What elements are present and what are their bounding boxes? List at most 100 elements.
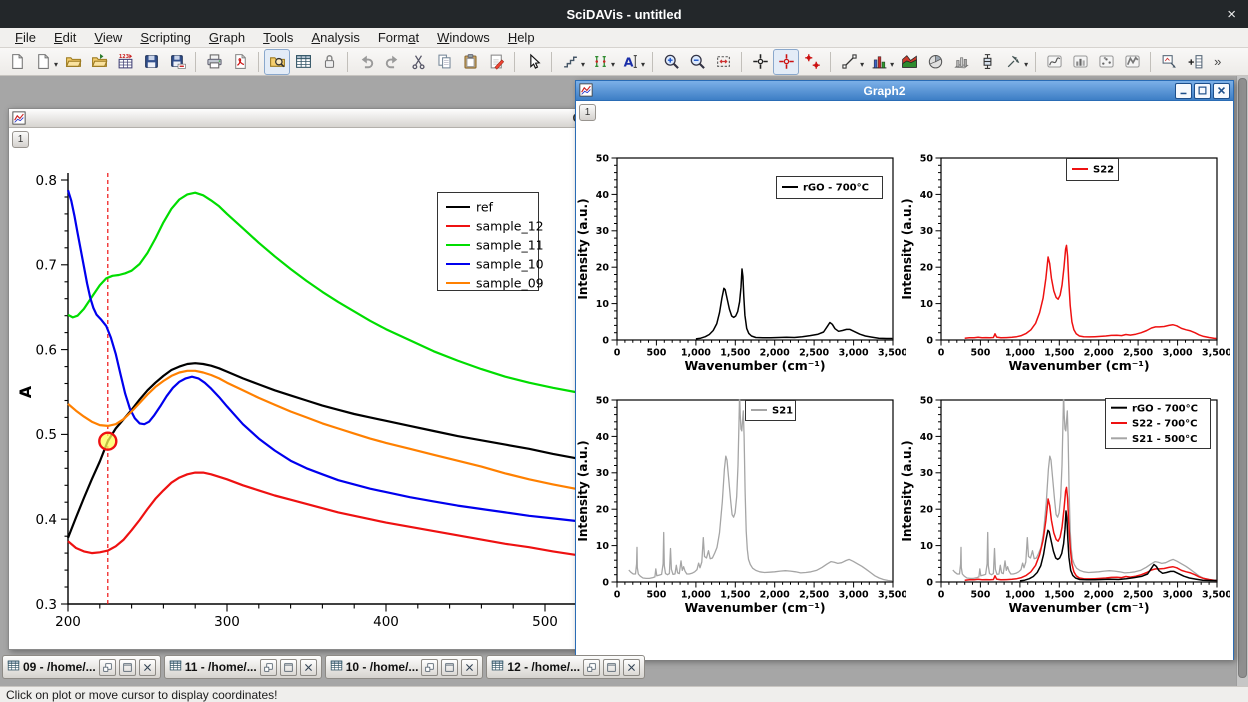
toolbar-overflow-button[interactable]: » — [1214, 54, 1221, 69]
tab-float-button[interactable] — [99, 659, 116, 676]
project-explorer-button[interactable] — [264, 49, 290, 75]
lock-toolbars-button[interactable] — [316, 49, 342, 75]
app-title: SciDAVis - untitled — [566, 7, 681, 22]
graph2-close-button[interactable] — [1213, 83, 1230, 99]
text-format-dropdown-button[interactable]: A — [617, 49, 643, 75]
draw-line-dropdown-button[interactable] — [836, 49, 862, 75]
graph2-minimize-button[interactable] — [1175, 83, 1192, 99]
tab-float-button[interactable] — [583, 659, 600, 676]
plot-bars-dropdown-caret[interactable]: ▾ — [890, 60, 894, 69]
results-log-button[interactable] — [290, 49, 316, 75]
menu-format[interactable]: Format — [369, 29, 428, 46]
open-template-button[interactable] — [86, 49, 112, 75]
export-pdf-button[interactable] — [227, 49, 253, 75]
menu-view[interactable]: View — [85, 29, 131, 46]
graph2-panel-s22[interactable]: 0102030405005001,0001,5002,0002,5003,000… — [900, 146, 1230, 386]
redo-button[interactable] — [379, 49, 405, 75]
curve-style-dropdown-caret[interactable]: ▾ — [581, 60, 585, 69]
scrollbar-thumb[interactable] — [1238, 78, 1247, 678]
tab-maximize-button[interactable] — [280, 659, 297, 676]
curve-style-dropdown-button[interactable] — [557, 49, 583, 75]
delete-selection-button[interactable] — [483, 49, 509, 75]
rescale-to-show-all-button[interactable] — [710, 49, 736, 75]
plot-area-button[interactable] — [896, 49, 922, 75]
tab-float-button[interactable] — [421, 659, 438, 676]
save-project-button[interactable] — [138, 49, 164, 75]
tab-close-button[interactable] — [623, 659, 640, 676]
graph1-layer-button[interactable]: 1 — [12, 131, 29, 148]
menu-scripting[interactable]: Scripting — [131, 29, 200, 46]
tab-close-button[interactable] — [139, 659, 156, 676]
new-aspect-dropdown-button[interactable] — [30, 49, 56, 75]
import-ascii-button[interactable]: 123 — [112, 49, 138, 75]
cut-button[interactable] — [405, 49, 431, 75]
menu-graph[interactable]: Graph — [200, 29, 254, 46]
svg-text:0.8: 0.8 — [36, 173, 57, 189]
graph2-panel-combined[interactable]: 0102030405005001,0001,5002,0002,5003,000… — [900, 388, 1230, 628]
draw-line-dropdown-caret[interactable]: ▾ — [860, 60, 864, 69]
open-project-button[interactable] — [60, 49, 86, 75]
svg-text:1,500: 1,500 — [1044, 348, 1074, 359]
error-bars-dropdown-button[interactable] — [587, 49, 613, 75]
save-as-template-button[interactable] — [164, 49, 190, 75]
plot-vectors-dropdown-button[interactable] — [1000, 49, 1026, 75]
plot3d-scatter-button[interactable] — [1093, 49, 1119, 75]
zoom-out-button[interactable] — [684, 49, 710, 75]
plot-vectors-dropdown-caret[interactable]: ▾ — [1024, 60, 1028, 69]
menu-edit[interactable]: Edit — [45, 29, 85, 46]
graph2-layer-button[interactable]: 1 — [579, 104, 596, 121]
graph2-panel-s21[interactable]: 0102030405005001,0001,5002,0002,5003,000… — [576, 388, 906, 628]
plot-boxplot-button[interactable] — [974, 49, 1000, 75]
svg-text:rGO - 700°C: rGO - 700°C — [803, 183, 869, 194]
svg-text:3,000: 3,000 — [839, 590, 869, 601]
graph2-titlebar[interactable]: Graph2 — [576, 81, 1233, 101]
graph2-maximize-button[interactable] — [1194, 83, 1211, 99]
svg-text:0.7: 0.7 — [36, 258, 57, 274]
screen-reader-button[interactable] — [747, 49, 773, 75]
tab-maximize-button[interactable] — [603, 659, 620, 676]
window-tab-2[interactable]: 11 - /home/... — [164, 655, 322, 679]
print-button[interactable] — [201, 49, 227, 75]
mdi-workspace[interactable]: Graph1 1 0.30.40.50.60.70.8200300400500A… — [0, 76, 1248, 686]
error-bars-dropdown-caret[interactable]: ▾ — [611, 60, 615, 69]
copy-button[interactable] — [431, 49, 457, 75]
plot3d-ribbon-button[interactable] — [1119, 49, 1145, 75]
graph2-panel-rgo700[interactable]: 0102030405005001,0001,5002,0002,5003,000… — [576, 146, 906, 386]
graph2-content[interactable]: 1 0102030405005001,0001,5002,0002,5003,0… — [576, 101, 1233, 660]
tab-maximize-button[interactable] — [119, 659, 136, 676]
add-layer-button[interactable] — [1182, 49, 1208, 75]
data-reader-button[interactable] — [773, 49, 799, 75]
tab-close-button[interactable] — [461, 659, 478, 676]
plot-bars-dropdown-button[interactable] — [866, 49, 892, 75]
plot-pie-button[interactable] — [922, 49, 948, 75]
menu-windows[interactable]: Windows — [428, 29, 499, 46]
tab-close-button[interactable] — [300, 659, 317, 676]
undo-button[interactable] — [353, 49, 379, 75]
menu-analysis[interactable]: Analysis — [302, 29, 368, 46]
menu-tools[interactable]: Tools — [254, 29, 302, 46]
plot-3d-bars-button[interactable] — [948, 49, 974, 75]
window-tab-4[interactable]: 12 - /home/... — [486, 655, 645, 679]
new-project-button[interactable] — [4, 49, 30, 75]
window-tab-3[interactable]: 10 - /home/... — [325, 655, 484, 679]
menu-file[interactable]: File — [6, 29, 45, 46]
select-data-range-button[interactable] — [799, 49, 825, 75]
export-layer-button[interactable] — [1156, 49, 1182, 75]
workspace-vertical-scrollbar[interactable] — [1236, 76, 1248, 686]
pointer-button[interactable] — [520, 49, 546, 75]
menu-help[interactable]: Help — [499, 29, 544, 46]
plot3d-trajectory-button[interactable] — [1041, 49, 1067, 75]
zoom-in-button[interactable] — [658, 49, 684, 75]
paste-button[interactable] — [457, 49, 483, 75]
tab-label: 09 - /home/... — [23, 660, 96, 674]
text-format-dropdown-caret[interactable]: ▾ — [641, 60, 645, 69]
graph1-plot[interactable]: 0.30.40.50.60.70.8200300400500Arefsample… — [9, 128, 577, 647]
tab-float-button[interactable] — [260, 659, 277, 676]
window-tab-1[interactable]: 09 - /home/... — [2, 655, 161, 679]
svg-text:2,000: 2,000 — [760, 348, 790, 359]
app-close-button[interactable]: × — [1227, 0, 1236, 28]
tab-maximize-button[interactable] — [441, 659, 458, 676]
plot3d-bars-button[interactable] — [1067, 49, 1093, 75]
new-aspect-dropdown-caret[interactable]: ▾ — [54, 60, 58, 69]
graph2-window[interactable]: Graph2 1 0102030405005001,0001,5002,0002… — [575, 80, 1234, 660]
